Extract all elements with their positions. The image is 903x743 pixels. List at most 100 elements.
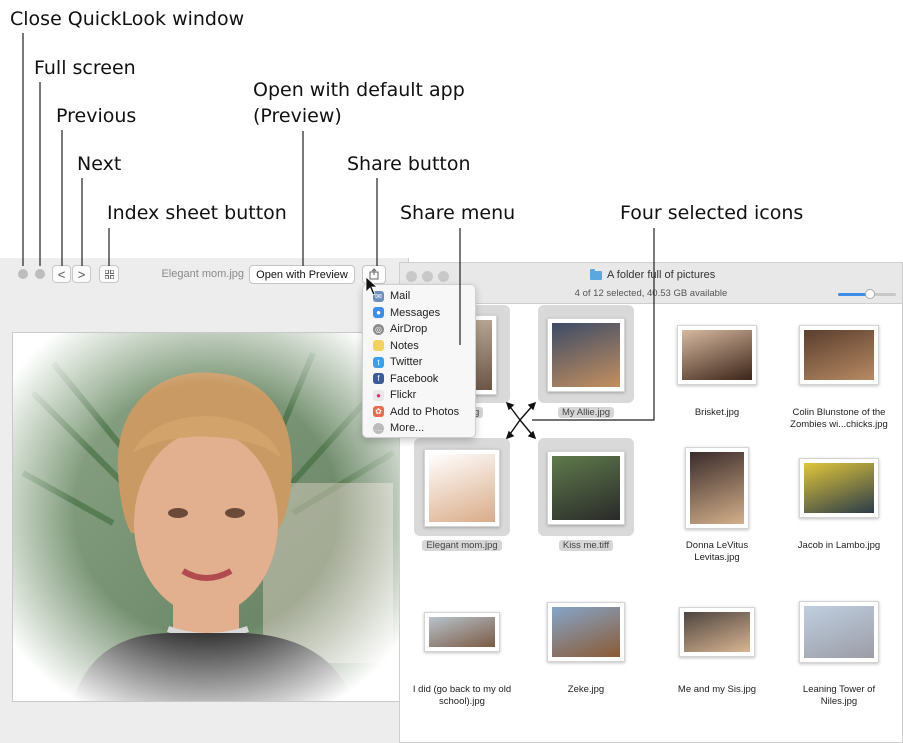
file-icon-item[interactable]: Elegant mom.jpg — [406, 436, 518, 566]
close-button[interactable] — [18, 269, 28, 279]
share-menu-item-add-to-photos[interactable]: ✿ Add to Photos — [363, 404, 475, 421]
flickr-icon: ● — [373, 389, 384, 401]
file-name-line1: Donna LeVitus — [685, 540, 749, 551]
share-menu-item-flickr[interactable]: ● Flickr — [363, 387, 475, 404]
file-name-line1: Elegant mom.jpg — [422, 540, 502, 551]
share-button[interactable] — [362, 265, 386, 284]
chevron-left-icon: < — [57, 266, 66, 282]
previous-button[interactable]: < — [52, 265, 71, 283]
file-icon-item[interactable]: Colin Blunstone of the Zombies wi...chick… — [783, 303, 895, 433]
thumbnail-image — [684, 612, 750, 652]
icon-size-slider[interactable] — [838, 289, 896, 299]
file-name: Colin Blunstone of the Zombies wi...chick… — [783, 407, 895, 431]
file-name-line2: Levitas.jpg — [694, 552, 740, 563]
share-menu-item-label: Notes — [390, 339, 419, 352]
share-menu-item-label: Add to Photos — [390, 405, 460, 418]
file-name-line1: Zeke.jpg — [567, 684, 605, 695]
share-icon — [369, 268, 379, 280]
photos-icon: ✿ — [373, 406, 384, 418]
thumbnail-image — [804, 463, 874, 513]
file-thumbnail — [547, 318, 625, 392]
file-thumbnail — [424, 612, 500, 652]
thumbnail-image — [429, 617, 495, 647]
thumbnail-image — [804, 330, 874, 380]
file-icon-item[interactable]: Brisket.jpg — [661, 303, 773, 433]
file-thumbnail — [424, 449, 500, 527]
next-button[interactable]: > — [72, 265, 91, 283]
share-menu-item-label: AirDrop — [390, 323, 428, 336]
share-menu-item-airdrop[interactable]: ◎ AirDrop — [363, 321, 475, 338]
file-icon-item[interactable]: Leaning Tower of Niles.jpg — [783, 580, 895, 710]
share-menu-item-label: Facebook — [390, 372, 439, 385]
twitter-icon: t — [373, 356, 384, 368]
file-name: Me and my Sis.jpg — [661, 684, 773, 696]
file-thumbnail — [685, 447, 749, 529]
file-icon-item[interactable]: Donna LeVitus Levitas.jpg — [661, 436, 773, 566]
thumbnail-image — [552, 607, 620, 657]
file-icon-item[interactable]: Zeke.jpg — [530, 580, 642, 710]
portrait-photo — [13, 333, 399, 701]
thumbnail-image — [682, 330, 752, 380]
callout-share-button: Share button — [347, 153, 471, 175]
messages-icon: ● — [373, 307, 384, 319]
icon-size-slider-knob[interactable] — [864, 289, 875, 299]
full-screen-button[interactable] — [35, 269, 45, 279]
finder-title: A folder full of pictures — [590, 268, 715, 281]
share-menu-item-facebook[interactable]: f Facebook — [363, 371, 475, 388]
share-menu-item-messages[interactable]: ● Messages — [363, 305, 475, 322]
file-name: Kiss me.tiff — [530, 540, 642, 552]
file-icon-item[interactable]: Me and my Sis.jpg — [661, 580, 773, 710]
file-name-line2: Niles.jpg — [820, 696, 858, 707]
file-icon-item[interactable]: My Allie.jpg — [530, 303, 642, 433]
file-name-line1: Leaning Tower of — [802, 684, 876, 695]
more-icon: … — [373, 422, 384, 434]
airdrop-icon: ◎ — [373, 323, 384, 335]
quicklook-window: < > Elegant mom.jpg Open with Preview — [0, 258, 409, 743]
chevron-right-icon: > — [77, 266, 86, 282]
thumbnail-image — [804, 606, 874, 658]
file-thumbnail — [799, 325, 879, 385]
callout-open-with-line2: (Preview) — [253, 105, 342, 127]
file-name-line1: Me and my Sis.jpg — [677, 684, 757, 695]
quicklook-toolbar: < > Elegant mom.jpg Open with Preview — [0, 258, 408, 290]
thumbnail-image — [552, 456, 620, 520]
file-icon-item[interactable]: Jacob in Lambo.jpg — [783, 436, 895, 566]
file-thumbnail — [547, 451, 625, 525]
share-menu-item-twitter[interactable]: t Twitter — [363, 354, 475, 371]
quicklook-file-title: Elegant mom.jpg — [161, 268, 244, 280]
file-name-line1: Colin Blunstone of the — [792, 407, 886, 418]
file-icon-item[interactable]: I did (go back to my old school).jpg — [406, 580, 518, 710]
facebook-icon: f — [373, 373, 384, 385]
file-thumbnail — [679, 607, 755, 657]
share-menu-item-notes[interactable]: Notes — [363, 338, 475, 355]
open-with-preview-button[interactable]: Open with Preview — [249, 265, 355, 284]
file-name: Donna LeVitus Levitas.jpg — [661, 540, 773, 564]
file-name: Leaning Tower of Niles.jpg — [783, 684, 895, 708]
share-menu-item-label: More... — [390, 422, 425, 435]
callout-next: Next — [77, 153, 122, 175]
callout-four-selected: Four selected icons — [620, 202, 804, 224]
file-thumbnail — [547, 602, 625, 662]
share-menu-item-more[interactable]: … More... — [363, 420, 475, 437]
finder-close-button[interactable] — [406, 271, 417, 282]
index-sheet-button[interactable] — [99, 265, 119, 283]
callout-close-quicklook: Close QuickLook window — [10, 8, 245, 30]
mail-icon: ✉ — [373, 290, 384, 302]
file-icon-item[interactable]: Kiss me.tiff — [530, 436, 642, 566]
file-name: Zeke.jpg — [530, 684, 642, 696]
file-name-line1: Jacob in Lambo.jpg — [797, 540, 881, 551]
callout-previous: Previous — [56, 105, 137, 127]
file-name: Jacob in Lambo.jpg — [783, 540, 895, 552]
file-name-line1: I did (go back to my old — [412, 684, 512, 695]
folder-icon — [590, 268, 602, 280]
file-thumbnail — [799, 458, 879, 518]
share-menu-item-mail[interactable]: ✉ Mail — [363, 288, 475, 305]
finder-zoom-button[interactable] — [438, 271, 449, 282]
finder-minimize-button[interactable] — [422, 271, 433, 282]
thumbnail-image — [552, 323, 620, 387]
file-name-line2: school).jpg — [439, 696, 485, 707]
file-name-line1: Kiss me.tiff — [558, 540, 614, 551]
callout-open-with-line1: Open with default app — [253, 79, 465, 101]
file-name: Elegant mom.jpg — [406, 540, 518, 552]
file-name-line1: Brisket.jpg — [694, 407, 740, 418]
